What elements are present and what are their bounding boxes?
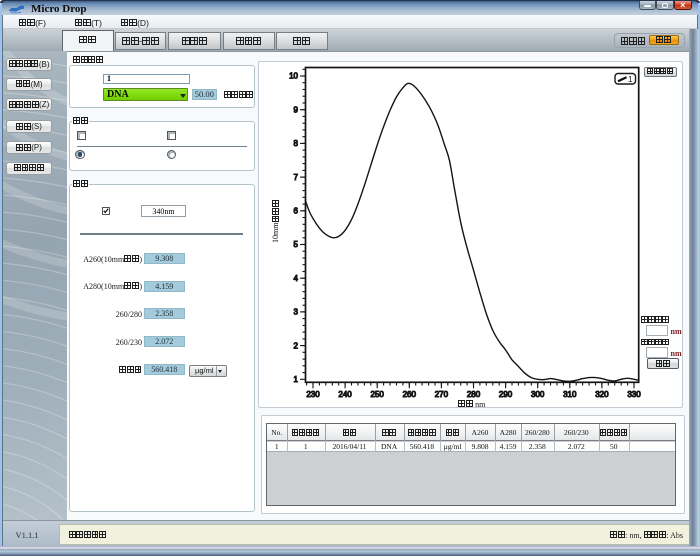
svg-text:290: 290 <box>499 390 513 399</box>
svg-text:5: 5 <box>294 240 299 249</box>
svg-text:230: 230 <box>306 390 320 399</box>
svg-text:10: 10 <box>289 72 298 81</box>
svg-text:320: 320 <box>595 390 609 399</box>
svg-text:3: 3 <box>294 308 299 317</box>
svg-text:270: 270 <box>435 390 449 399</box>
svg-text:330: 330 <box>627 390 641 399</box>
svg-text:9: 9 <box>294 105 299 114</box>
svg-text:4: 4 <box>294 274 299 283</box>
svg-text:1: 1 <box>294 375 299 384</box>
svg-text:6: 6 <box>294 207 299 216</box>
svg-text:280: 280 <box>467 390 481 399</box>
svg-text:2: 2 <box>294 341 299 350</box>
svg-text:250: 250 <box>371 390 385 399</box>
svg-text:1: 1 <box>628 75 633 84</box>
svg-text:260: 260 <box>403 390 417 399</box>
svg-text:240: 240 <box>338 390 352 399</box>
svg-text:310: 310 <box>563 390 577 399</box>
svg-text:8: 8 <box>294 139 299 148</box>
svg-text:7: 7 <box>294 173 299 182</box>
svg-text:300: 300 <box>531 390 545 399</box>
